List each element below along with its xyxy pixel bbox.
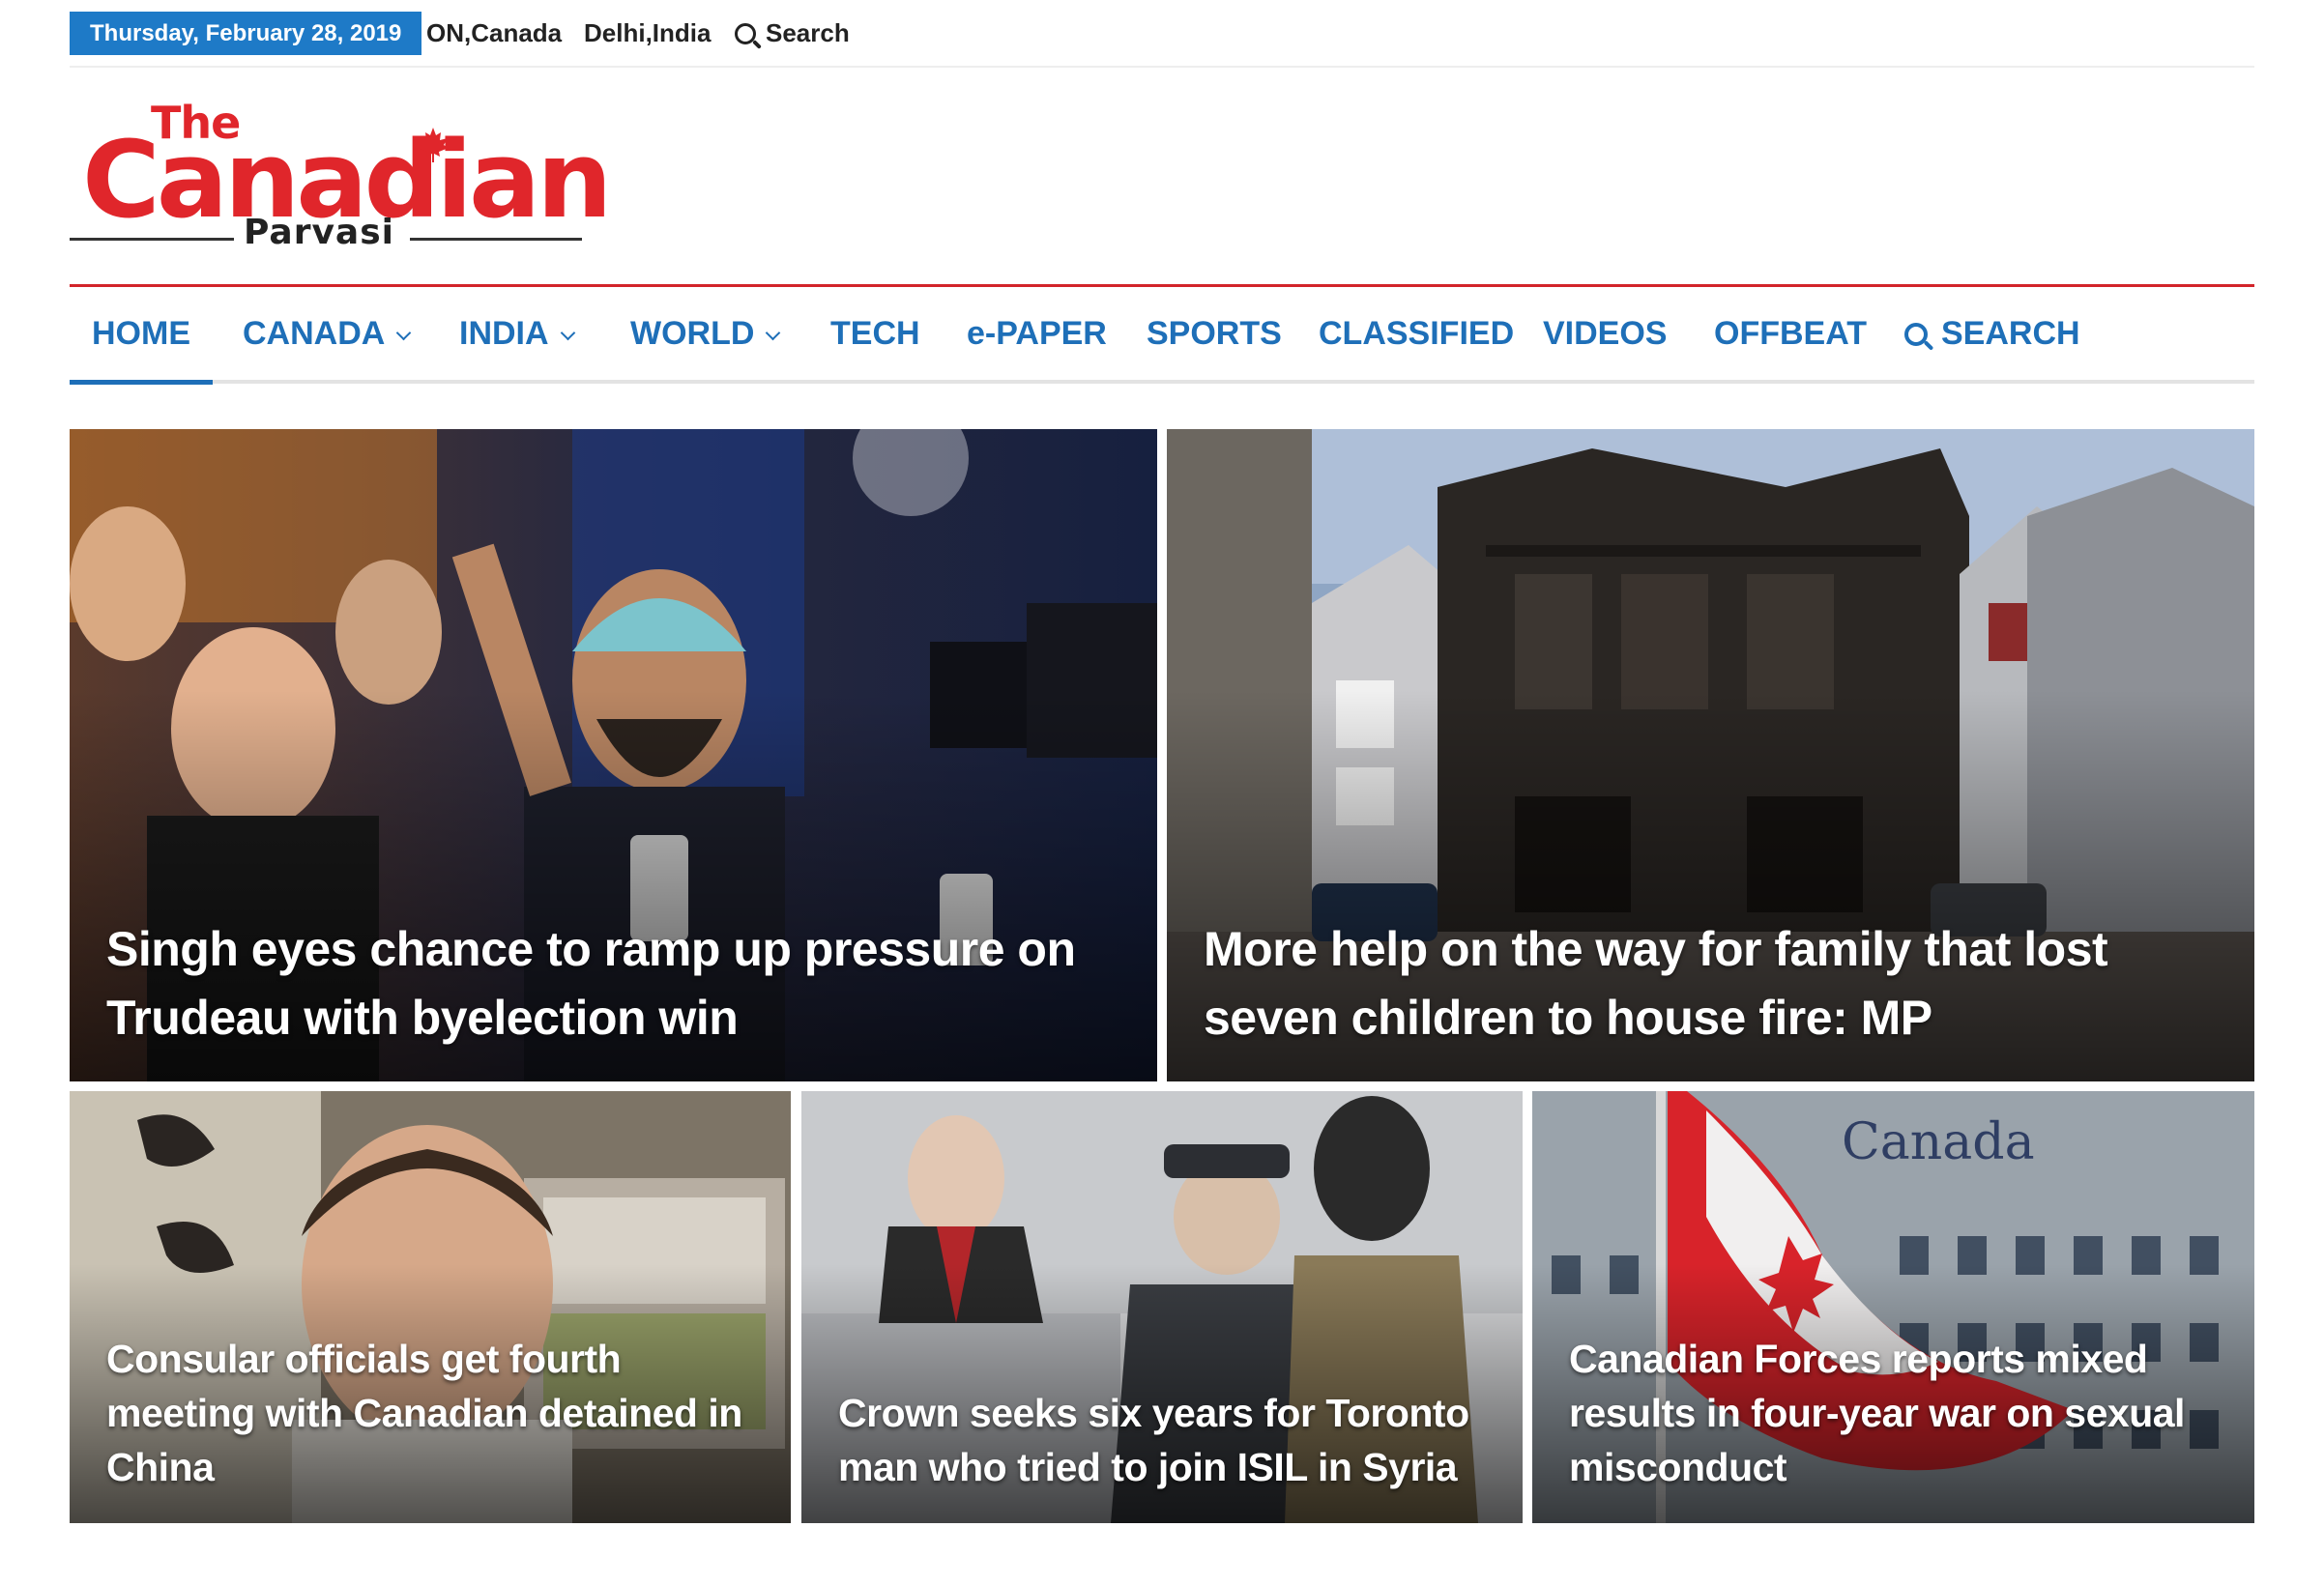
- story-tile-3[interactable]: Consular officials get fourth meeting wi…: [70, 1091, 791, 1523]
- story-tile-2[interactable]: More help on the way for family that los…: [1167, 429, 2254, 1081]
- story-headline[interactable]: Singh eyes chance to ramp up pressure on…: [106, 915, 1122, 1052]
- top-search-label: Search: [766, 18, 850, 47]
- nav-search[interactable]: SEARCH: [1904, 287, 2080, 380]
- chevron-down-icon: [766, 325, 781, 341]
- search-icon: [1904, 323, 1928, 346]
- date-badge: Thursday, February 28, 2019: [70, 12, 422, 55]
- page-wrapper: Thursday, February 28, 2019 ON,Canada De…: [70, 0, 2254, 1585]
- nav-epaper-label: e-PAPER: [967, 315, 1107, 352]
- nav-india[interactable]: INDIA: [459, 287, 575, 380]
- nav-world-label: WORLD: [630, 315, 755, 352]
- nav-canada[interactable]: CANADA: [243, 287, 412, 380]
- story-tile-1[interactable]: Singh eyes chance to ramp up pressure on…: [70, 429, 1157, 1081]
- nav-tech-label: TECH: [830, 315, 920, 352]
- search-icon: [735, 22, 756, 44]
- nav-home-label: HOME: [92, 315, 190, 352]
- top-bar: Thursday, February 28, 2019 ON,Canada De…: [70, 0, 2254, 68]
- logo-rule-left: [70, 238, 234, 241]
- nav-sports-label: SPORTS: [1147, 315, 1282, 352]
- nav-search-label: SEARCH: [1941, 315, 2080, 352]
- nav-tech[interactable]: TECH: [830, 287, 920, 380]
- logo-subtitle: Parvasi: [244, 213, 394, 252]
- story-headline[interactable]: More help on the way for family that los…: [1204, 915, 2220, 1052]
- nav-canada-label: CANADA: [243, 315, 386, 352]
- chevron-down-icon: [560, 325, 575, 341]
- canada-wordmark-sign: Canada: [1842, 1113, 2035, 1171]
- nav-sports[interactable]: SPORTS: [1147, 287, 1282, 380]
- story-tile-4[interactable]: Crown seeks six years for Toronto man wh…: [801, 1091, 1523, 1523]
- main-nav: HOME CANADA INDIA WORLD TECH e-PAPER SPO…: [70, 287, 2254, 385]
- logo-rule-right: [410, 238, 582, 241]
- nav-videos-label: VIDEOS: [1543, 315, 1668, 352]
- nav-world[interactable]: WORLD: [630, 287, 781, 380]
- nav-offbeat-label: OFFBEAT: [1714, 315, 1868, 352]
- chevron-down-icon: [396, 325, 412, 341]
- maple-leaf-icon: [418, 128, 449, 162]
- nav-videos[interactable]: VIDEOS: [1543, 287, 1667, 380]
- top-search-button[interactable]: Search: [735, 12, 850, 55]
- nav-classified-label: CLASSIFIED: [1319, 315, 1515, 352]
- nav-offbeat[interactable]: OFFBEAT: [1714, 287, 1867, 380]
- location-canada-link[interactable]: ON,Canada: [426, 12, 562, 55]
- story-headline[interactable]: Crown seeks six years for Toronto man wh…: [838, 1386, 1488, 1494]
- story-tile-5[interactable]: Canada Canadian Forces reports mixed res…: [1532, 1091, 2254, 1523]
- story-headline[interactable]: Canadian Forces reports mixed results in…: [1569, 1332, 2220, 1494]
- site-logo[interactable]: The Canadian Parvasi: [70, 93, 612, 257]
- nav-india-label: INDIA: [459, 315, 549, 352]
- nav-home[interactable]: HOME: [70, 287, 213, 385]
- story-headline[interactable]: Consular officials get fourth meeting wi…: [106, 1332, 756, 1494]
- nav-epaper[interactable]: e-PAPER: [967, 287, 1107, 380]
- nav-classified[interactable]: CLASSIFIED: [1319, 287, 1514, 380]
- location-india-link[interactable]: Delhi,India: [584, 12, 711, 55]
